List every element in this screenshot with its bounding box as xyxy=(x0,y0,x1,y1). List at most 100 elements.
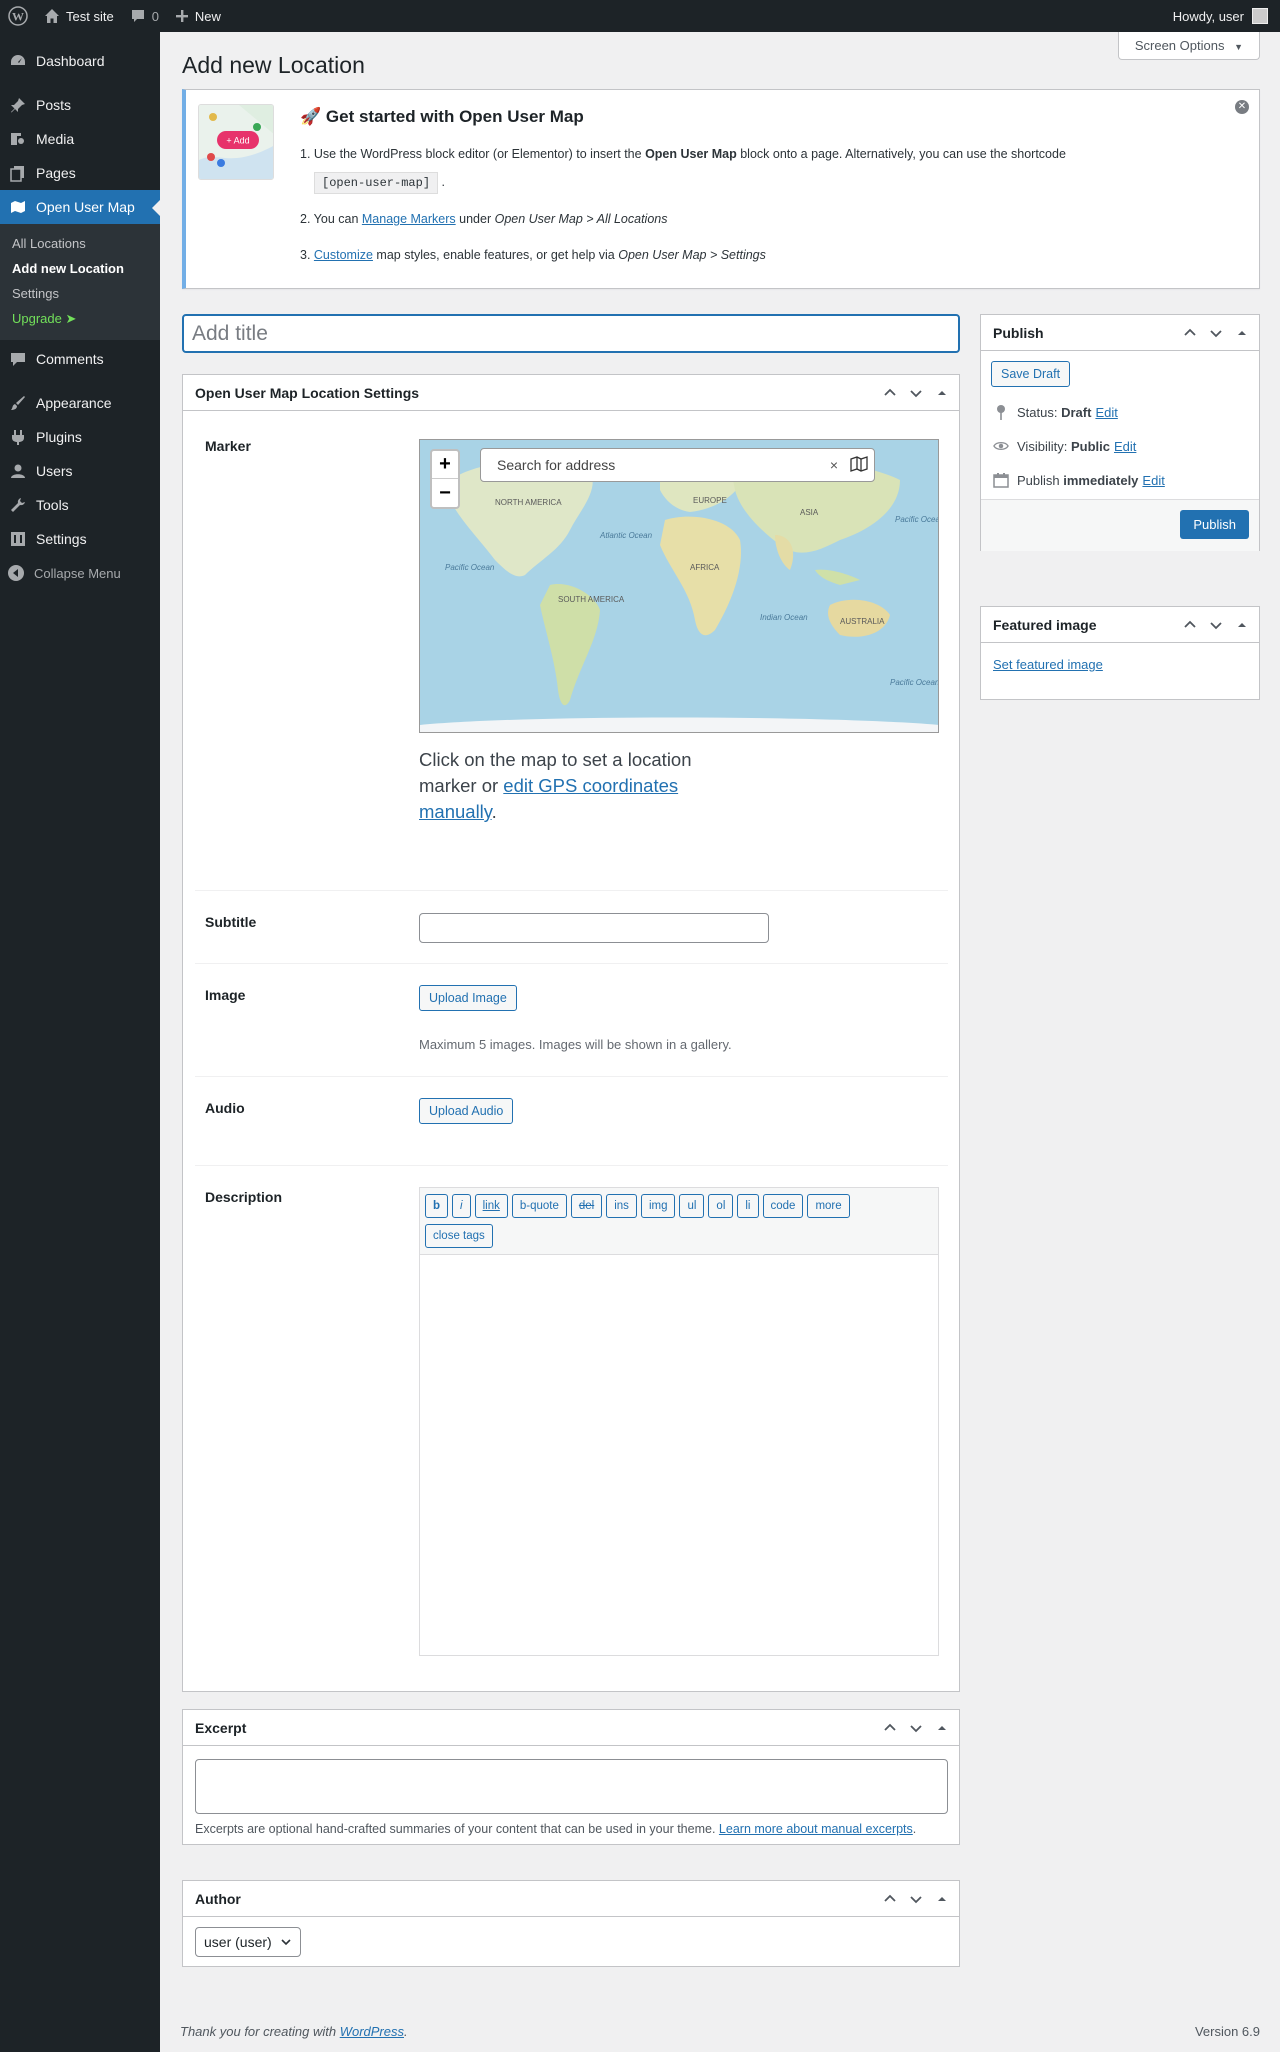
move-up-icon[interactable] xyxy=(1181,324,1199,342)
save-draft-button[interactable]: Save Draft xyxy=(991,361,1071,387)
excerpt-textarea[interactable] xyxy=(195,1759,948,1814)
location-settings-header[interactable]: Open User Map Location Settings xyxy=(183,375,959,411)
manage-markers-link[interactable]: Manage Markers xyxy=(362,212,456,226)
map-search-placeholder: Search for address xyxy=(497,457,616,473)
author-header[interactable]: Author xyxy=(183,1881,959,1917)
qt-code-button[interactable]: code xyxy=(762,1194,804,1218)
screen-options-button[interactable]: Screen Options ▼ xyxy=(1117,32,1260,60)
map-zoom-control: + − xyxy=(430,449,460,509)
qt-bold-button[interactable]: b xyxy=(425,1194,449,1218)
toggle-panel-icon[interactable] xyxy=(933,1719,951,1737)
customize-link[interactable]: Customize xyxy=(314,248,373,262)
move-down-icon[interactable] xyxy=(907,1890,925,1908)
menu-comments[interactable]: Comments xyxy=(0,342,160,376)
publish-label: Publish xyxy=(1017,472,1060,488)
subtitle-input[interactable] xyxy=(419,913,769,943)
learn-more-excerpts-link[interactable]: Learn more about manual excerpts xyxy=(719,1822,913,1836)
wordpress-link[interactable]: WordPress xyxy=(340,2024,404,2039)
qt-ins-button[interactable]: ins xyxy=(606,1194,637,1218)
move-down-icon[interactable] xyxy=(1207,324,1225,342)
menu-plugins[interactable]: Plugins xyxy=(0,420,160,454)
qt-more-button[interactable]: more xyxy=(807,1194,850,1218)
menu-settings[interactable]: Settings xyxy=(0,522,160,556)
menu-label: Pages xyxy=(36,165,76,181)
move-down-icon[interactable] xyxy=(907,384,925,402)
move-up-icon[interactable] xyxy=(881,1719,899,1737)
location-map[interactable]: NORTH AMERICA EUROPE ASIA Atlantic Ocean… xyxy=(419,439,939,733)
qt-bquote-button[interactable]: b-quote xyxy=(511,1194,567,1218)
step2-path: Open User Map > All Locations xyxy=(494,212,668,226)
menu-posts[interactable]: Posts xyxy=(0,88,160,122)
menu-label: Users xyxy=(36,463,73,479)
upload-audio-button[interactable]: Upload Audio xyxy=(419,1098,514,1124)
qt-li-button[interactable]: li xyxy=(737,1194,759,1218)
edit-schedule-link[interactable]: Edit xyxy=(1142,473,1164,488)
post-title-input[interactable]: Add title xyxy=(182,314,960,353)
menu-open-user-map[interactable]: Open User Map xyxy=(0,190,160,224)
move-down-icon[interactable] xyxy=(1207,616,1225,634)
plugin-icon xyxy=(8,427,28,447)
audio-row: Audio Upload Audio xyxy=(195,1078,948,1166)
zoom-in-button[interactable]: + xyxy=(432,451,458,479)
comments-link[interactable]: 0 xyxy=(122,0,167,32)
map-label-pacific-south: Pacific Ocean xyxy=(890,678,939,687)
toggle-panel-icon[interactable] xyxy=(933,384,951,402)
my-account[interactable]: Howdy, user xyxy=(1173,8,1280,24)
excerpt-help: Excerpts are optional hand-crafted summa… xyxy=(195,1822,916,1836)
footer-thanks-text: Thank you for creating with xyxy=(180,2024,340,2039)
excerpt-title: Excerpt xyxy=(195,1719,247,1736)
map-search-input[interactable]: Search for address × xyxy=(480,448,875,482)
menu-pages[interactable]: Pages xyxy=(0,156,160,190)
edit-status-link[interactable]: Edit xyxy=(1095,405,1117,420)
qt-del-button[interactable]: del xyxy=(570,1194,603,1218)
submenu-all-locations[interactable]: All Locations xyxy=(0,231,160,256)
pages-icon xyxy=(8,163,28,183)
menu-users[interactable]: Users xyxy=(0,454,160,488)
menu-dashboard[interactable]: Dashboard xyxy=(0,44,160,78)
user-icon xyxy=(8,461,28,481)
menu-tools[interactable]: Tools xyxy=(0,488,160,522)
marker-row: Marker NORTH AMERICA EUROPE ASIA Atlanti… xyxy=(195,411,948,891)
menu-media[interactable]: Media xyxy=(0,122,160,156)
qt-link-button[interactable]: link xyxy=(474,1194,508,1218)
submenu-upgrade[interactable]: Upgrade ➤ xyxy=(0,306,160,332)
publish-header[interactable]: Publish xyxy=(981,315,1259,351)
clear-search-icon[interactable]: × xyxy=(830,457,838,473)
excerpt-header[interactable]: Excerpt xyxy=(183,1710,959,1746)
toggle-panel-icon[interactable] xyxy=(1233,324,1251,342)
wordpress-logo-icon[interactable]: W xyxy=(0,0,36,32)
qt-ul-button[interactable]: ul xyxy=(679,1194,705,1218)
move-down-icon[interactable] xyxy=(907,1719,925,1737)
toggle-panel-icon[interactable] xyxy=(933,1890,951,1908)
qt-close-tags-button[interactable]: close tags xyxy=(425,1224,493,1248)
site-name-link[interactable]: Test site xyxy=(36,0,122,32)
submenu-add-new-location[interactable]: Add new Location xyxy=(0,256,160,281)
collapse-menu-button[interactable]: Collapse Menu xyxy=(0,556,160,590)
qt-italic-button[interactable]: i xyxy=(452,1194,471,1218)
submenu-settings[interactable]: Settings xyxy=(0,281,160,306)
qt-ol-button[interactable]: ol xyxy=(708,1194,734,1218)
new-label: New xyxy=(194,8,221,24)
new-content-link[interactable]: New xyxy=(167,0,229,32)
menu-appearance[interactable]: Appearance xyxy=(0,386,160,420)
publish-button[interactable]: Publish xyxy=(1180,510,1249,539)
collapse-icon xyxy=(8,565,24,581)
zoom-out-button[interactable]: − xyxy=(432,479,458,507)
move-up-icon[interactable] xyxy=(881,1890,899,1908)
qt-img-button[interactable]: img xyxy=(640,1194,676,1218)
menu-label: Settings xyxy=(36,531,87,547)
author-select[interactable]: user (user) xyxy=(195,1927,301,1957)
map-book-icon[interactable] xyxy=(850,455,868,475)
move-up-icon[interactable] xyxy=(1181,616,1199,634)
world-map-graphic: NORTH AMERICA EUROPE ASIA Atlantic Ocean… xyxy=(420,440,939,732)
edit-visibility-link[interactable]: Edit xyxy=(1114,439,1136,454)
description-textarea[interactable] xyxy=(420,1255,938,1655)
publish-value: immediately xyxy=(1063,472,1139,488)
dismiss-notice-button[interactable]: ✕ xyxy=(1235,100,1249,114)
set-featured-image-link[interactable]: Set featured image xyxy=(993,657,1103,672)
featured-image-header[interactable]: Featured image xyxy=(981,607,1259,643)
author-title: Author xyxy=(195,1890,241,1907)
toggle-panel-icon[interactable] xyxy=(1233,616,1251,634)
move-up-icon[interactable] xyxy=(881,384,899,402)
upload-image-button[interactable]: Upload Image xyxy=(419,985,517,1011)
